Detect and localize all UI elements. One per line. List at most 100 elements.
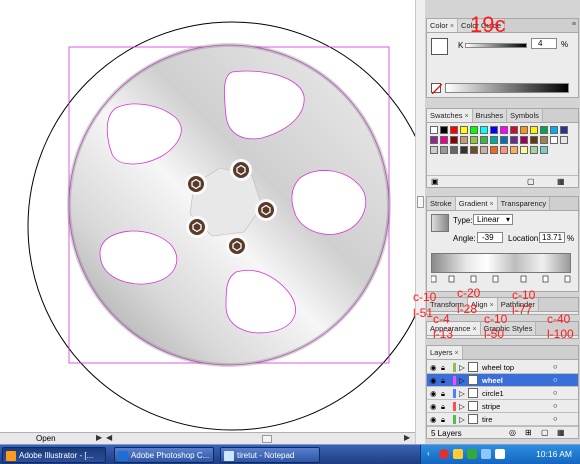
- taskbar-item-photoshop[interactable]: Adobe Photoshop C...: [114, 447, 214, 463]
- color-swatch[interactable]: [560, 126, 568, 134]
- delete-layer-icon[interactable]: ▦: [557, 428, 565, 437]
- color-swatch[interactable]: [500, 136, 508, 144]
- layer-row[interactable]: ◉ 🔒︎ ▷ wheel ○: [427, 374, 578, 387]
- tab-layers[interactable]: Layers ×: [427, 346, 463, 359]
- color-swatch[interactable]: [510, 136, 518, 144]
- lock-icon[interactable]: 🔒︎: [441, 415, 445, 425]
- color-swatch[interactable]: [460, 136, 468, 144]
- tray-icon[interactable]: [467, 449, 477, 459]
- color-swatch[interactable]: [530, 136, 538, 144]
- scroll-left-icon[interactable]: ◀: [106, 433, 112, 442]
- color-swatch[interactable]: [440, 126, 448, 134]
- expand-arrow-icon[interactable]: ▷: [459, 376, 465, 385]
- taskbar-item-illustrator[interactable]: Adobe Illustrator - [...: [2, 447, 106, 463]
- tray-icon[interactable]: [495, 449, 505, 459]
- color-swatch[interactable]: [480, 126, 488, 134]
- color-swatch[interactable]: [480, 146, 488, 154]
- color-swatch[interactable]: [540, 136, 548, 144]
- eye-icon[interactable]: ◉: [430, 402, 437, 411]
- color-swatch[interactable]: [550, 136, 558, 144]
- location-input[interactable]: 13.71: [539, 232, 565, 243]
- tab-brushes[interactable]: Brushes: [472, 109, 508, 122]
- gradient-slider[interactable]: [431, 253, 571, 273]
- color-swatch[interactable]: [450, 136, 458, 144]
- taskbar-item-notepad[interactable]: tiretut - Notepad: [220, 447, 320, 463]
- expand-arrow-icon[interactable]: ▷: [459, 415, 465, 424]
- color-swatch[interactable]: [490, 126, 498, 134]
- color-swatch[interactable]: [530, 146, 538, 154]
- color-swatch[interactable]: [430, 146, 438, 154]
- tab-transparency[interactable]: Transparency: [497, 197, 551, 210]
- fill-swatch[interactable]: [431, 38, 448, 55]
- new-sublayer-icon[interactable]: ⊞: [525, 428, 532, 437]
- gradient-stops[interactable]: [430, 275, 571, 283]
- color-swatch[interactable]: [520, 136, 528, 144]
- gradient-type-select[interactable]: Linear ▾: [473, 214, 513, 225]
- close-icon[interactable]: ×: [455, 350, 459, 357]
- status-menu-arrow-icon[interactable]: ▶: [96, 433, 102, 442]
- tab-gradient[interactable]: Gradient ×: [455, 197, 498, 210]
- color-swatch[interactable]: [540, 146, 548, 154]
- tab-color[interactable]: Color ×: [427, 19, 459, 32]
- color-swatch[interactable]: [500, 126, 508, 134]
- color-swatch[interactable]: [520, 146, 528, 154]
- layer-row[interactable]: ◉ 🔒︎ ▷ wheel top ○: [427, 361, 578, 374]
- lock-icon[interactable]: 🔒︎: [441, 389, 445, 399]
- swatch-grid[interactable]: [430, 126, 570, 172]
- expand-arrow-icon[interactable]: ▷: [459, 402, 465, 411]
- locate-object-icon[interactable]: ◎: [509, 428, 516, 437]
- swatch-library-icon[interactable]: ▣: [431, 177, 439, 186]
- close-icon[interactable]: ×: [489, 201, 493, 208]
- scroll-thumb[interactable]: [262, 435, 272, 443]
- tray-icon[interactable]: [453, 449, 463, 459]
- color-swatch[interactable]: [530, 126, 538, 134]
- k-slider[interactable]: [465, 43, 527, 48]
- color-swatch[interactable]: [520, 126, 528, 134]
- color-swatch[interactable]: [430, 126, 438, 134]
- tray-expand-icon[interactable]: ‹: [427, 449, 430, 458]
- new-swatch-icon[interactable]: ▢: [527, 177, 535, 186]
- target-icon[interactable]: ○: [553, 401, 558, 410]
- layer-row[interactable]: ◉ 🔒︎ ▷ tire ○: [427, 413, 578, 426]
- none-swatch[interactable]: [431, 83, 443, 95]
- color-swatch[interactable]: [430, 136, 438, 144]
- target-icon[interactable]: ○: [553, 375, 558, 384]
- panel-menu-icon[interactable]: ≡: [572, 21, 576, 28]
- color-swatch[interactable]: [460, 146, 468, 154]
- eye-icon[interactable]: ◉: [430, 376, 437, 385]
- color-swatch[interactable]: [470, 146, 478, 154]
- vertical-scrollbar[interactable]: [415, 0, 425, 444]
- color-swatch[interactable]: [470, 136, 478, 144]
- angle-input[interactable]: -39: [477, 232, 503, 243]
- trash-icon[interactable]: ▦: [557, 177, 565, 186]
- layer-row[interactable]: ◉ 🔒︎ ▷ circle1 ○: [427, 387, 578, 400]
- color-swatch[interactable]: [480, 136, 488, 144]
- color-swatch[interactable]: [550, 126, 558, 134]
- color-swatch[interactable]: [510, 146, 518, 154]
- color-swatch[interactable]: [510, 126, 518, 134]
- new-layer-icon[interactable]: ▢: [541, 428, 549, 437]
- artwork[interactable]: [0, 0, 437, 432]
- clock[interactable]: 10:16 AM: [536, 449, 572, 459]
- close-icon[interactable]: ×: [465, 113, 469, 120]
- close-icon[interactable]: ×: [490, 302, 494, 309]
- color-swatch[interactable]: [460, 126, 468, 134]
- target-icon[interactable]: ○: [553, 388, 558, 397]
- color-swatch[interactable]: [440, 136, 448, 144]
- eye-icon[interactable]: ◉: [430, 389, 437, 398]
- color-swatch[interactable]: [500, 146, 508, 154]
- color-swatch[interactable]: [470, 126, 478, 134]
- expand-arrow-icon[interactable]: ▷: [459, 389, 465, 398]
- tab-stroke[interactable]: Stroke: [427, 197, 456, 210]
- close-icon[interactable]: ×: [450, 23, 454, 30]
- layer-row[interactable]: ◉ 🔒︎ ▷ stripe ○: [427, 400, 578, 413]
- tab-symbols[interactable]: Symbols: [507, 109, 543, 122]
- color-swatch[interactable]: [490, 136, 498, 144]
- color-swatch[interactable]: [540, 126, 548, 134]
- color-swatch[interactable]: [560, 136, 568, 144]
- k-value-input[interactable]: 4: [531, 38, 557, 49]
- color-swatch[interactable]: [450, 126, 458, 134]
- color-spectrum[interactable]: [445, 83, 569, 93]
- lock-icon[interactable]: 🔒︎: [441, 376, 445, 386]
- target-icon[interactable]: ○: [553, 414, 558, 423]
